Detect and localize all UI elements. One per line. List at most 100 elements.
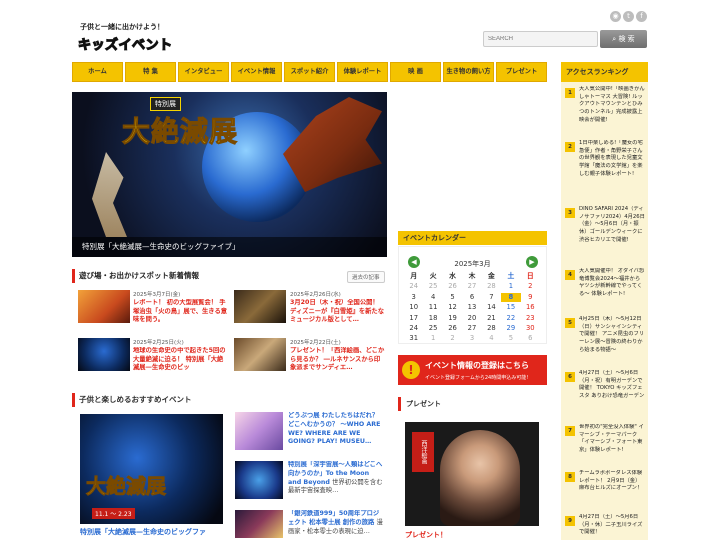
- calendar-day: 26: [448, 282, 457, 291]
- calendar-weekday: 金: [488, 272, 495, 280]
- ranking-heading: アクセスランキング: [561, 62, 648, 82]
- search-button[interactable]: ⌕ 検 索: [600, 30, 647, 48]
- recommended-item[interactable]: 「銀河鉄道999」50周年プロジェクト 松本零士展 創作の旅路 漫画家・松本零士…: [288, 510, 384, 538]
- news-thumbnail[interactable]: [78, 338, 130, 371]
- calendar-day[interactable]: 24: [404, 324, 423, 333]
- twitter-icon[interactable]: t: [623, 11, 634, 22]
- ranking-item[interactable]: 3 DINO SAFARI 2024（ディノサファリ2024）4月26日（金）～5…: [565, 206, 645, 262]
- calendar-day[interactable]: 9: [521, 293, 540, 302]
- calendar-weekday: 水: [449, 272, 456, 280]
- ranking-item[interactable]: 1 大人気公開中!「映画きかんしゃトーマス 大冒険! ルックアウトマウンテンとひみ…: [565, 86, 645, 136]
- hero-title: 大絶滅展: [121, 115, 239, 149]
- calendar-day[interactable]: 7: [482, 293, 501, 302]
- facebook-icon[interactable]: f: [636, 11, 647, 22]
- recommended-title[interactable]: どうぶつ展 わたしたちはだれ？ どこへむかうの？ ～WHO ARE WE? WH…: [288, 412, 384, 456]
- calendar-day[interactable]: 23: [521, 314, 540, 323]
- recommended-thumbnail[interactable]: [235, 461, 283, 499]
- news-thumbnail[interactable]: [234, 290, 286, 323]
- calendar-day[interactable]: 20: [462, 314, 481, 323]
- calendar-day[interactable]: 3: [404, 293, 423, 302]
- exclamation-icon: !: [402, 361, 420, 379]
- nav-feature[interactable]: 特 集: [125, 62, 176, 82]
- calendar-day[interactable]: 8: [501, 292, 521, 303]
- ranking-item[interactable]: 7 世界初の"完全没入体験" イマーシブ・テーマパーク「イマーシブ・フォート東京」…: [565, 424, 645, 464]
- ranking-item[interactable]: 8 チームラボボーダレス体験レポート！ 2月9日（金）麻布台ヒルズにオープン！: [565, 470, 645, 510]
- portrait-painting: [440, 430, 520, 526]
- banner-subtitle: イベント登録フォームから24時間申込み可能!: [425, 375, 529, 381]
- calendar-day[interactable]: 4: [423, 293, 442, 302]
- calendar-day[interactable]: 30: [521, 324, 540, 333]
- calendar-day[interactable]: 17: [404, 314, 423, 323]
- calendar-day[interactable]: 13: [462, 303, 481, 312]
- recommended-item[interactable]: 特別展「深宇宙展～人類はどこへ向かうのか」To the Moon and Bey…: [288, 461, 384, 505]
- nav-present[interactable]: プレゼント: [496, 62, 547, 82]
- ranking-item[interactable]: 2 1日中楽しめる!「魔女の宅急便」作者・角野栄子さんの世界観を表現した児童文学館…: [565, 140, 645, 202]
- nav-spots[interactable]: スポット紹介: [284, 62, 335, 82]
- calendar-weekday: 火: [429, 272, 437, 280]
- calendar-day[interactable]: 5: [443, 293, 462, 302]
- recommended-main-title: 大絶滅展: [86, 474, 167, 499]
- calendar-day[interactable]: 15: [501, 303, 520, 312]
- nav-movies[interactable]: 映 画: [390, 62, 441, 82]
- news-thumbnail[interactable]: [78, 290, 130, 323]
- news-title[interactable]: レポート！ 初の大型展覧会！ 手塚治虫「火の鳥」展で、生きる意味を問う。: [133, 299, 228, 325]
- calendar-month: 2025年3月: [454, 260, 491, 268]
- calendar-day[interactable]: 19: [443, 314, 462, 323]
- recommended-main-date: 11.1 ～ 2.23: [92, 508, 135, 519]
- ranking-item[interactable]: 5 4月25日（木）～5月12日（日）サンシャインシティで開催！ アニメ昆虫のフリ…: [565, 316, 645, 364]
- news-date: 2025年2月22日(土): [290, 340, 341, 346]
- calendar-day[interactable]: 21: [482, 314, 501, 323]
- recommended-title[interactable]: 「銀河鉄道999」50周年プロジェクト 松本零士展 創作の旅路: [288, 510, 379, 526]
- news-title[interactable]: 地球の生命史の中で起きた5回の大量絶滅に迫る！ 特別展「大絶滅展—生命史のビッ: [133, 347, 228, 373]
- calendar-day[interactable]: 2: [521, 282, 540, 291]
- calendar-day[interactable]: 10: [404, 303, 423, 312]
- banner-title[interactable]: イベント情報の登録はこちら: [425, 360, 529, 371]
- news-heading: 遊び場・お出かけスポット新着情報: [72, 269, 372, 283]
- calendar-day[interactable]: 16: [521, 303, 540, 312]
- news-title[interactable]: 3月20日（木・祝）全国公開！ ディズニーが『白雪姫』を新たなミュージカル版とし…: [290, 299, 385, 325]
- nav-events[interactable]: イベント情報: [231, 62, 282, 82]
- present-tag: 西洋絵画: [412, 432, 434, 472]
- calendar-day[interactable]: 22: [501, 314, 520, 323]
- nav-reports[interactable]: 体験レポート: [337, 62, 388, 82]
- calendar-weekday: 土: [507, 272, 515, 280]
- calendar-day[interactable]: 14: [482, 303, 501, 312]
- calendar-day[interactable]: 28: [482, 324, 501, 333]
- ranking-item[interactable]: 4 大人気開催中！ オダイバ恐竜博覧会2024～福井からヤツシが新幹線でやってくる…: [565, 268, 645, 310]
- present-heading: プレゼント: [398, 397, 547, 411]
- calendar-heading: イベントカレンダー: [398, 231, 547, 245]
- news-title[interactable]: プレゼント！「西洋絵画、どこから見るか？ ―ルネサンスから印象派までサンディエ…: [290, 347, 385, 373]
- calendar-day: 4: [489, 334, 494, 343]
- calendar-weekday: 日: [526, 272, 534, 280]
- hero-caption[interactable]: 特別展「大絶滅展—生命史のビッグファイブ」: [72, 237, 387, 257]
- more-articles-link[interactable]: 過去の記事: [347, 271, 385, 283]
- recommended-main-caption[interactable]: 特別展「大絶滅展—生命史のビッグファ: [80, 527, 223, 537]
- nav-pets[interactable]: 生き物の飼い方: [443, 62, 494, 82]
- nav-home[interactable]: ホーム: [72, 62, 123, 82]
- calendar-day[interactable]: 6: [462, 293, 481, 302]
- rss-icon[interactable]: ◉: [610, 11, 621, 22]
- calendar-day[interactable]: 27: [462, 324, 481, 333]
- calendar-day[interactable]: 29: [501, 324, 520, 333]
- calendar-day[interactable]: 1: [501, 282, 520, 291]
- calendar-day[interactable]: 12: [443, 303, 462, 312]
- ranking-item[interactable]: 9 4月27日（土）～5月6日（月・休）二子玉川ライズで開催！: [565, 514, 645, 538]
- calendar-day[interactable]: 18: [423, 314, 442, 323]
- calendar-day[interactable]: 25: [423, 324, 442, 333]
- site-logo[interactable]: キッズイベント: [77, 34, 172, 53]
- recommended-thumbnail[interactable]: [235, 510, 283, 538]
- calendar-day: 27: [467, 282, 477, 291]
- calendar-day[interactable]: 26: [443, 324, 462, 333]
- recommended-thumbnail[interactable]: [235, 412, 283, 450]
- recommended-heading: 子供と楽しめるおすすめイベント: [72, 393, 384, 407]
- calendar-day[interactable]: 31: [404, 334, 423, 343]
- search-input[interactable]: [483, 31, 598, 47]
- calendar-weekday: 木: [468, 272, 476, 280]
- ranking-item[interactable]: 6 4月27日（土）～5月6日（月・祝）有明ガーデンで開催！ TOKYO キッズフ…: [565, 370, 645, 418]
- present-label[interactable]: プレゼント！: [405, 530, 447, 540]
- news-thumbnail[interactable]: [234, 338, 286, 371]
- calendar-day[interactable]: 11: [423, 303, 442, 312]
- nav-interview[interactable]: インタビュー: [178, 62, 229, 82]
- calendar-grid: 月火水木金土日 24 25 26 27 28 1 2 3 4 5 6 7 8 9 10 11 12 13 14 15 16…: [404, 272, 540, 344]
- site-tagline: 子供と一緒に出かけよう！: [80, 23, 164, 31]
